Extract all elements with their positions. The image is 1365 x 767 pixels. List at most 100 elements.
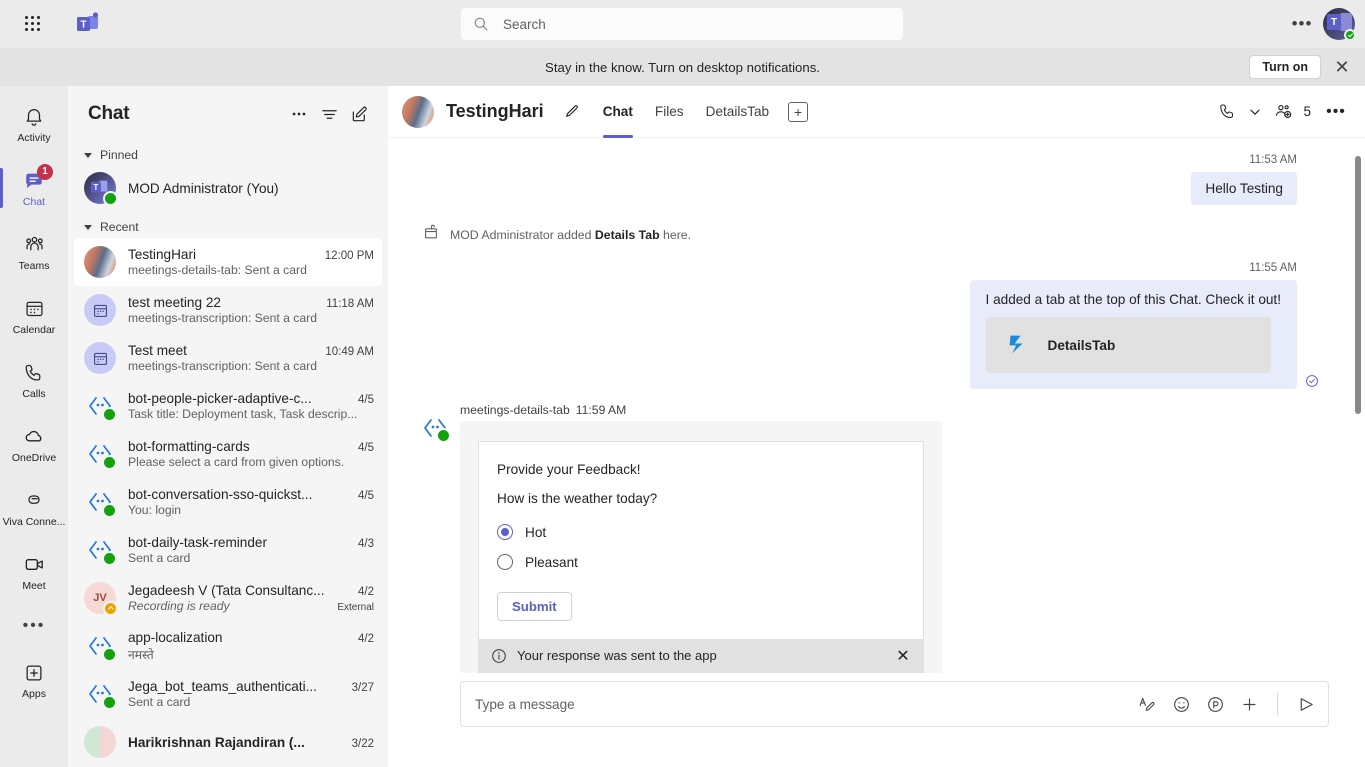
message-input-box[interactable]: Type a message — [460, 681, 1329, 727]
chat-time: 11:18 AM — [326, 298, 374, 310]
avatar — [84, 246, 116, 278]
submit-button[interactable]: Submit — [497, 592, 572, 621]
list-item-body: bot-daily-task-reminder 4/3 Sent a card — [128, 535, 374, 565]
presence-available-badge — [1344, 29, 1356, 41]
banner-actions: Turn on ✕ — [1249, 55, 1353, 79]
chat-name: Jega_bot_teams_authenticati... — [128, 679, 317, 694]
calendar-icon — [22, 297, 46, 321]
rail-label: Chat — [22, 195, 46, 208]
chat-list-filter-icon[interactable] — [314, 99, 344, 129]
list-item-bot-formatting-cards[interactable]: bot-formatting-cards 4/5 Please select a… — [74, 430, 382, 478]
conversation-more-icon[interactable]: ••• — [1321, 97, 1351, 127]
card-title: Provide your Feedback! — [497, 462, 641, 477]
chat-time: 3/27 — [351, 682, 374, 694]
compose-chat-icon[interactable] — [344, 99, 374, 129]
call-icon[interactable] — [1212, 97, 1242, 127]
list-item-bot-conversation-sso[interactable]: bot-conversation-sso-quickst... 4/5 You:… — [74, 478, 382, 526]
attach-plus-icon[interactable] — [1239, 694, 1259, 714]
search-box[interactable]: Search — [461, 8, 903, 40]
chat-preview: meetings-details-tab: Sent a card — [128, 263, 307, 277]
chat-time: 4/3 — [358, 538, 374, 550]
avatar — [84, 534, 117, 566]
tab-chat[interactable]: Chat — [592, 86, 644, 138]
rail-item-onedrive[interactable]: OneDrive — [0, 412, 68, 476]
list-item[interactable]: T MOD Administrator (You) — [74, 166, 382, 210]
tab-files[interactable]: Files — [644, 86, 695, 138]
rail-label: Teams — [18, 259, 50, 272]
sticker-icon[interactable] — [1205, 694, 1225, 714]
rail-label: Activity — [17, 131, 51, 144]
list-item-test-meeting-22[interactable]: test meeting 22 11:18 AM meetings-transc… — [74, 286, 382, 334]
turn-on-notifications-button[interactable]: Turn on — [1249, 55, 1321, 79]
emoji-icon[interactable] — [1171, 694, 1191, 714]
adaptive-card: Provide your Feedback! How is the weathe… — [478, 441, 924, 639]
list-item-testinghari[interactable]: TestingHari 12:00 PM meetings-details-ta… — [74, 238, 382, 286]
tab-link-card[interactable]: DetailsTab — [985, 317, 1271, 373]
list-item-app-localization[interactable]: app-localization 4/2 नमस्ते — [74, 622, 382, 670]
chat-name: Test meet — [128, 343, 187, 358]
avatar — [84, 630, 117, 662]
section-header-recent[interactable]: Recent — [68, 214, 388, 238]
rail-item-activity[interactable]: Activity — [0, 92, 68, 156]
chat-unread-badge: 1 — [37, 163, 53, 180]
list-item-harikrishnan-rajandiran[interactable]: Harikrishnan Rajandiran (... 3/22 — [74, 718, 382, 766]
user-avatar[interactable]: T — [1323, 8, 1356, 41]
rail-item-calendar[interactable]: Calendar — [0, 284, 68, 348]
rail-item-calls[interactable]: Calls — [0, 348, 68, 412]
chat-name: app-localization — [128, 629, 223, 645]
message-timestamp: 11:55 AM — [1249, 262, 1297, 274]
avatar — [84, 678, 117, 710]
list-item-jega-bot-teams-auth[interactable]: Jega_bot_teams_authenticati... 3/27 Sent… — [74, 670, 382, 718]
presence-available-badge — [103, 191, 118, 206]
message-scrollbar-track[interactable] — [1354, 138, 1362, 703]
rail-more-apps-button[interactable]: ••• — [0, 604, 68, 648]
chat-list-more-icon[interactable] — [284, 99, 314, 129]
chat-name: MOD Administrator (You) — [128, 180, 279, 196]
banner-close-icon[interactable]: ✕ — [1331, 56, 1353, 78]
chevron-down-icon[interactable] — [1246, 97, 1264, 127]
chat-list-header: Chat — [68, 86, 388, 142]
format-icon[interactable] — [1137, 694, 1157, 714]
message-timestamp: 11:53 AM — [1249, 154, 1297, 166]
close-icon[interactable]: ✕ — [893, 646, 913, 666]
radio-button-icon[interactable] — [497, 524, 513, 540]
avatar: JV — [84, 582, 118, 616]
toolbar-divider — [1277, 693, 1278, 715]
conversation-avatar — [402, 95, 434, 128]
svg-text:T: T — [80, 19, 86, 30]
rail-item-teams[interactable]: Teams — [0, 220, 68, 284]
tab-added-icon — [422, 223, 440, 246]
chat-preview: You: login — [128, 503, 182, 517]
rail-item-viva-connections[interactable]: Viva Conne... — [0, 476, 68, 540]
add-tab-button[interactable]: + — [788, 101, 809, 122]
rail-item-apps[interactable]: Apps — [0, 648, 68, 712]
radio-button-icon[interactable] — [497, 554, 513, 570]
rail-item-chat[interactable]: 1 Chat — [0, 156, 68, 220]
bell-icon — [22, 105, 46, 129]
settings-and-more-button[interactable]: ••• — [1287, 9, 1317, 39]
rail-item-meet[interactable]: Meet — [0, 540, 68, 604]
section-header-pinned[interactable]: Pinned — [68, 142, 388, 166]
teams-icon — [22, 233, 46, 257]
tab-detailstab[interactable]: DetailsTab — [695, 86, 780, 138]
conversation-header: TestingHari Chat Files DetailsTab + 5 ••… — [388, 86, 1365, 138]
radio-option-hot[interactable]: Hot — [497, 524, 905, 540]
message-scrollbar-thumb[interactable] — [1355, 156, 1361, 414]
send-icon[interactable] — [1296, 694, 1316, 714]
compose-area: Type a message — [388, 673, 1365, 767]
list-item-bot-people-picker[interactable]: bot-people-picker-adaptive-c... 4/5 Task… — [74, 382, 382, 430]
list-item-test-meet[interactable]: Test meet 10:49 AM meetings-transcriptio… — [74, 334, 382, 382]
chat-time: 10:49 AM — [325, 346, 374, 358]
list-item-jegadeesh-v[interactable]: JV Jegadeesh V (Tata Consultanc... 4/2 R… — [74, 574, 382, 622]
radio-option-pleasant[interactable]: Pleasant — [497, 554, 905, 570]
add-people-icon[interactable] — [1268, 97, 1298, 127]
app-launcher-button[interactable] — [17, 8, 49, 40]
chat-name: Jegadeesh V (Tata Consultanc... — [128, 583, 325, 598]
presence-available-badge — [102, 695, 117, 710]
chat-preview: meetings-transcription: Sent a card — [128, 359, 317, 373]
pencil-icon[interactable] — [558, 99, 584, 125]
chat-name: bot-formatting-cards — [128, 439, 250, 454]
list-item-bot-daily-task-reminder[interactable]: bot-daily-task-reminder 4/3 Sent a card — [74, 526, 382, 574]
external-tag: External — [337, 602, 374, 613]
top-bar: T Search ••• T — [0, 0, 1365, 48]
